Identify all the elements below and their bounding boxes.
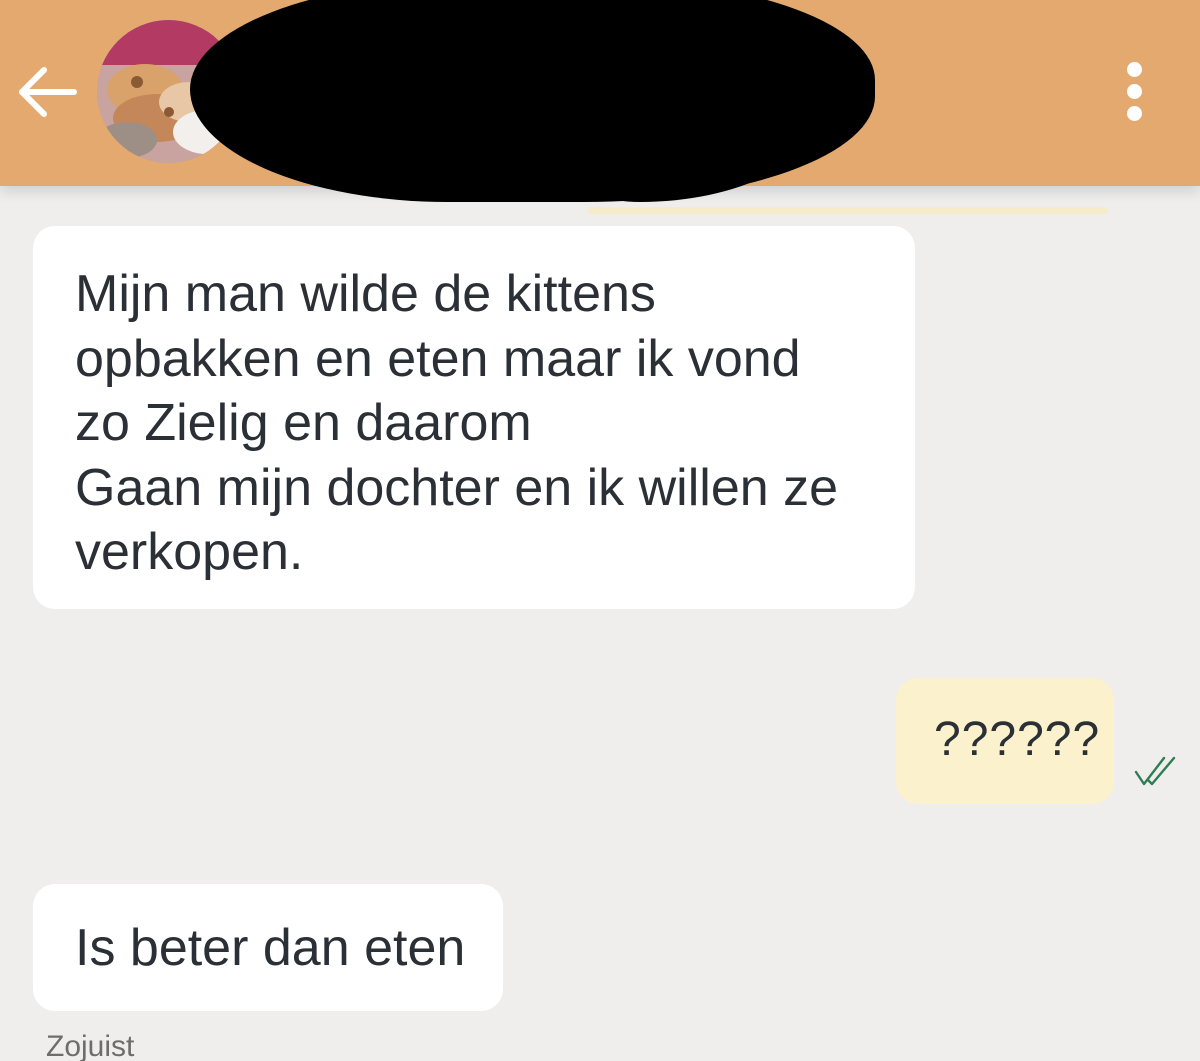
more-vertical-icon	[1127, 62, 1142, 77]
incoming-message[interactable]: Is beter dan eten	[33, 884, 503, 1011]
more-options-button[interactable]	[1118, 62, 1152, 124]
incoming-message[interactable]: Mijn man wilde de kittens opbakken en et…	[33, 226, 915, 609]
back-button[interactable]	[14, 58, 82, 126]
arrow-left-icon	[19, 67, 77, 117]
double-check-icon	[1134, 756, 1176, 786]
more-vertical-icon-dot	[1127, 106, 1142, 121]
message-timestamp: Zojuist	[46, 1030, 135, 1061]
previous-bubble-edge	[588, 207, 1108, 214]
chat-screen: Mijn man wilde de kittens opbakken en et…	[0, 0, 1200, 1061]
outgoing-message[interactable]: ??????	[896, 678, 1114, 804]
more-vertical-icon-dot	[1127, 84, 1142, 99]
